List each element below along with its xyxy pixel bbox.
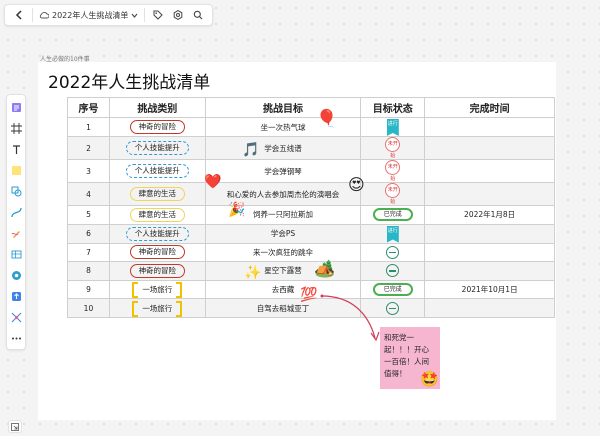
minimap-icon <box>11 422 19 431</box>
star-face-sticker[interactable]: 🤩 <box>420 372 439 387</box>
connector-arrow[interactable] <box>0 0 600 436</box>
minimap-button[interactable] <box>8 420 22 433</box>
